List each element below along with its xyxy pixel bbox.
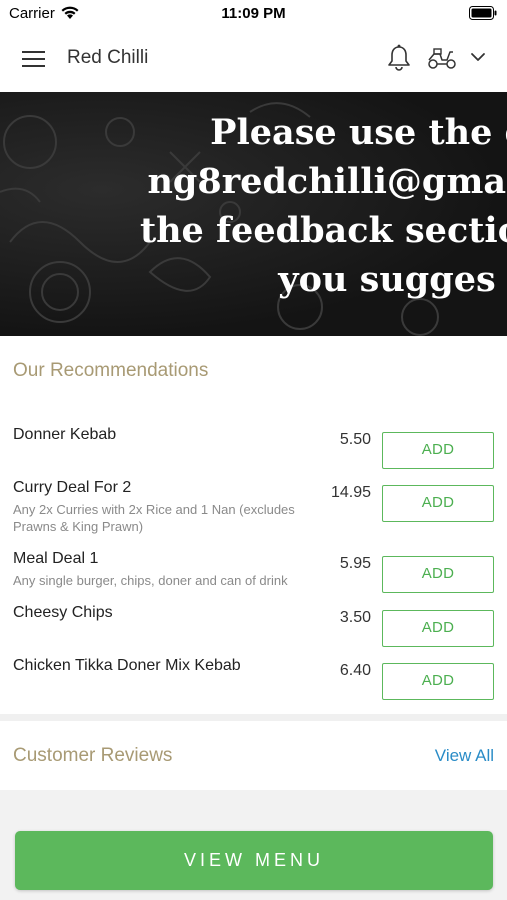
- status-bar: Carrier 11:09 PM: [0, 0, 507, 28]
- item-price: 5.50: [339, 431, 371, 448]
- scooter-icon[interactable]: [426, 46, 458, 75]
- item-name: Donner Kebab: [13, 426, 117, 443]
- item-name: Curry Deal For 2: [13, 479, 132, 496]
- status-time: 11:09 PM: [221, 5, 286, 22]
- battery-icon: [469, 6, 497, 25]
- add-button[interactable]: ADD: [382, 556, 494, 593]
- item-description: Any 2x Curries with 2x Rice and 1 Nan (e…: [13, 502, 295, 534]
- list-item: Cheesy Chips 3.50 ADD: [0, 604, 507, 654]
- promo-banner: Please use the em ng8redchilli@gmail.com…: [0, 92, 507, 336]
- banner-line: ng8redchilli@gmail.com: [147, 161, 507, 202]
- list-item: Meal Deal 1 Any single burger, chips, do…: [0, 550, 507, 600]
- add-button[interactable]: ADD: [382, 432, 494, 469]
- app-header: Red Chilli: [0, 28, 507, 90]
- item-price: 14.95: [330, 484, 371, 501]
- item-price: 5.95: [339, 555, 371, 572]
- list-item: Chicken Tikka Doner Mix Kebab 6.40 ADD: [0, 657, 507, 707]
- list-item: Donner Kebab 5.50 ADD: [0, 426, 507, 476]
- recommendations-title: Our Recommendations: [13, 360, 209, 381]
- hamburger-menu-icon[interactable]: [22, 49, 46, 69]
- add-button[interactable]: ADD: [382, 610, 494, 647]
- banner-line: Please use the em: [210, 112, 507, 153]
- banner-line: you sugges: [278, 259, 496, 300]
- item-name: Meal Deal 1: [13, 550, 99, 567]
- bell-icon[interactable]: [386, 44, 412, 77]
- chevron-down-icon[interactable]: [469, 50, 487, 68]
- reviews-title: Customer Reviews: [13, 745, 173, 766]
- app-title: Red Chilli: [67, 47, 149, 68]
- banner-message: Please use the em ng8redchilli@gmail.com…: [7, 108, 507, 304]
- list-item: Curry Deal For 2 Any 2x Curries with 2x …: [0, 479, 507, 534]
- item-description: Any single burger, chips, doner and can …: [13, 573, 288, 588]
- item-name: Cheesy Chips: [13, 604, 113, 621]
- view-menu-button[interactable]: VIEW MENU: [15, 831, 493, 890]
- section-divider: [0, 714, 507, 721]
- add-button[interactable]: ADD: [382, 485, 494, 522]
- view-all-link[interactable]: View All: [435, 746, 494, 766]
- item-price: 3.50: [339, 609, 371, 626]
- item-price: 6.40: [339, 662, 371, 679]
- banner-line: the feedback section und: [139, 210, 507, 251]
- add-button[interactable]: ADD: [382, 663, 494, 700]
- item-name: Chicken Tikka Doner Mix Kebab: [13, 657, 241, 674]
